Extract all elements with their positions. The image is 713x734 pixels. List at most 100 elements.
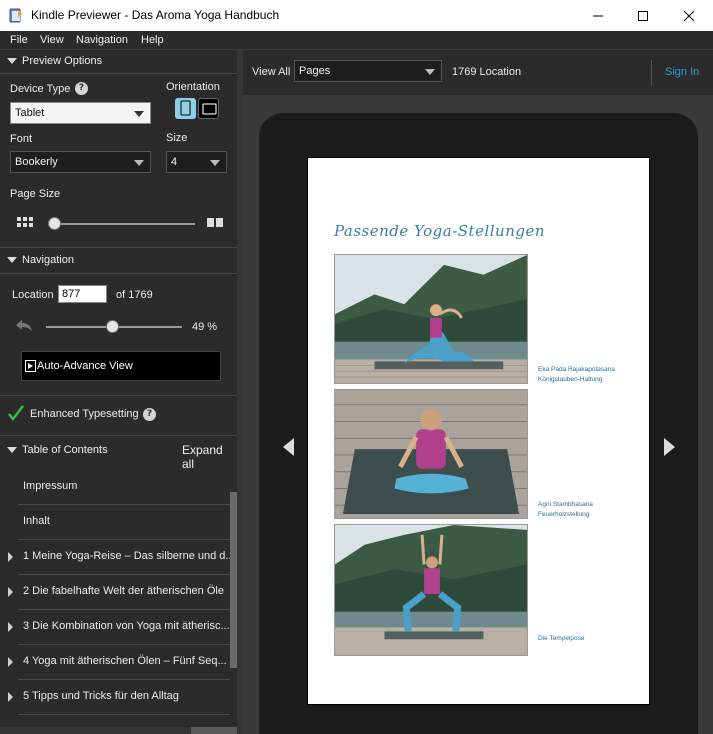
device-type-label: Device Type — [10, 83, 71, 95]
divider — [0, 395, 237, 396]
location-percent: 49 % — [192, 321, 218, 333]
menu-file[interactable]: File — [10, 34, 28, 46]
location-input[interactable]: 877 — [58, 285, 107, 303]
size-value: 4 — [171, 156, 178, 168]
caption-1: Eka Pada Rajakapotasana Königstauben-Hal… — [538, 365, 615, 385]
caption-2: Agni Stambhasana Feuerholzstellung — [538, 500, 593, 520]
size-select[interactable]: 4 — [166, 151, 227, 173]
help-icon[interactable]: ? — [75, 82, 88, 95]
sign-in-link[interactable]: Sign In — [665, 66, 699, 78]
expand-triangle-icon[interactable] — [8, 587, 13, 597]
toc-item-label: 2 Die fabelhafte Welt der ätherischen Öl… — [23, 585, 224, 597]
toc-item-label: 1 Meine Yoga-Reise – Das silberne und d.… — [23, 550, 235, 562]
device-type-select[interactable]: Tablet — [10, 102, 151, 124]
window-title: Kindle Previewer - Das Aroma Yoga Handbu… — [31, 8, 280, 22]
left-horizontal-scrollbar[interactable] — [0, 727, 237, 734]
toc-item[interactable]: Inhalt — [0, 505, 230, 540]
portrait-orientation-button[interactable] — [175, 98, 196, 119]
menu-view[interactable]: View — [40, 34, 64, 46]
kindle-app-icon — [9, 8, 22, 23]
navigation-title: Navigation — [22, 254, 74, 266]
expand-triangle-icon[interactable] — [8, 657, 13, 667]
play-icon — [25, 360, 36, 372]
page-size-label: Page Size — [10, 188, 61, 200]
small-grid-icon[interactable] — [17, 217, 35, 229]
chevron-down-icon — [425, 69, 435, 75]
divider — [18, 714, 230, 715]
preview-options-header[interactable]: Preview Options — [0, 50, 237, 74]
caption-3: Die Tempelpose — [538, 634, 585, 644]
caption-line: Agni Stambhasana — [538, 501, 593, 508]
large-grid-icon[interactable] — [207, 217, 225, 229]
location-total: of 1769 — [116, 289, 153, 301]
page-heading: Passende Yoga-Stellungen — [334, 222, 546, 240]
chevron-down-icon — [134, 160, 144, 166]
location-label: Location — [12, 289, 54, 301]
yoga-photo-pigeon-pose — [334, 254, 528, 384]
scrollbar-thumb[interactable] — [191, 727, 237, 734]
expand-triangle-icon[interactable] — [8, 692, 13, 702]
toc-item-label: 3 Die Kombination von Yoga mit ätherisc.… — [23, 620, 230, 632]
caption-line: Die Tempelpose — [538, 635, 585, 642]
auto-advance-label: Auto-Advance View — [37, 360, 133, 372]
toc-title: Table of Contents — [22, 444, 108, 456]
menu-navigation[interactable]: Navigation — [76, 34, 128, 46]
viewer-toolbar: View All Pages 1769 Location Sign In — [243, 50, 713, 96]
toc-header[interactable]: Table of Contents Expand all — [0, 439, 237, 471]
toc-item[interactable]: 4 Yoga mit ätherischen Ölen – Fünf Seq..… — [0, 645, 230, 680]
auto-advance-button[interactable]: Auto-Advance View — [21, 351, 221, 381]
divider — [0, 273, 237, 274]
caption-line: Feuerholzstellung — [538, 511, 590, 518]
close-button[interactable] — [666, 0, 712, 31]
caption-line: Eka Pada Rajakapotasana — [538, 366, 615, 373]
menu-bar: File View Navigation Help — [0, 31, 713, 50]
caption-line: Königstauben-Haltung — [538, 376, 603, 383]
view-mode-select[interactable]: Pages — [294, 60, 442, 82]
yoga-photo-temple-pose — [334, 524, 528, 656]
divider — [0, 247, 237, 248]
collapse-triangle-icon — [7, 447, 17, 453]
toc-item[interactable]: Impressum — [0, 470, 230, 505]
back-arrow-icon[interactable] — [14, 318, 34, 334]
maximize-button[interactable] — [620, 0, 666, 31]
toolbar-separator — [651, 60, 652, 86]
toc-scrollbar[interactable] — [230, 492, 237, 668]
chevron-down-icon — [134, 111, 144, 117]
toc-item[interactable]: 1 Meine Yoga-Reise – Das silberne und d.… — [0, 540, 235, 575]
expand-all-link[interactable]: Expand all — [182, 443, 237, 471]
orientation-label: Orientation — [166, 81, 220, 93]
minimize-icon — [593, 15, 603, 16]
enhanced-typesetting-label: Enhanced Typesetting — [30, 408, 139, 420]
tablet-frame: Passende Yoga-Stellungen Eka Pada Rajaka… — [259, 113, 698, 734]
divider — [0, 73, 237, 74]
next-page-icon[interactable] — [664, 438, 675, 456]
font-select[interactable]: Bookerly — [10, 151, 151, 173]
divider — [0, 435, 237, 436]
collapse-triangle-icon — [7, 58, 17, 64]
toc-item[interactable]: 2 Die fabelhafte Welt der ätherischen Öl… — [0, 575, 230, 610]
font-value: Bookerly — [15, 156, 58, 168]
page-size-slider-track[interactable] — [48, 223, 195, 225]
view-all-label: View All — [252, 66, 291, 78]
menu-help[interactable]: Help — [141, 34, 164, 46]
preview-options-title: Preview Options — [22, 55, 103, 67]
toc-item[interactable]: 3 Die Kombination von Yoga mit ätherisc.… — [0, 610, 230, 645]
help-icon[interactable]: ? — [143, 408, 156, 421]
landscape-device-icon — [202, 103, 217, 115]
expand-triangle-icon[interactable] — [8, 552, 13, 562]
previous-page-icon[interactable] — [283, 438, 294, 456]
minimize-button[interactable] — [575, 0, 621, 31]
location-slider-thumb[interactable] — [105, 320, 119, 333]
title-bar: Kindle Previewer - Das Aroma Yoga Handbu… — [0, 0, 713, 31]
book-page: Passende Yoga-Stellungen Eka Pada Rajaka… — [307, 157, 650, 705]
chevron-down-icon — [210, 160, 220, 166]
navigation-header[interactable]: Navigation — [0, 249, 237, 273]
yoga-photo-firelog-pose — [334, 389, 528, 519]
expand-triangle-icon[interactable] — [8, 622, 13, 632]
portrait-device-icon — [180, 100, 191, 116]
toc-item-label: Inhalt — [23, 515, 50, 527]
device-type-value: Tablet — [15, 107, 45, 119]
size-label: Size — [166, 132, 188, 144]
toc-item[interactable]: 5 Tipps und Tricks für den Alltag — [0, 680, 230, 715]
landscape-orientation-button[interactable] — [198, 98, 219, 119]
